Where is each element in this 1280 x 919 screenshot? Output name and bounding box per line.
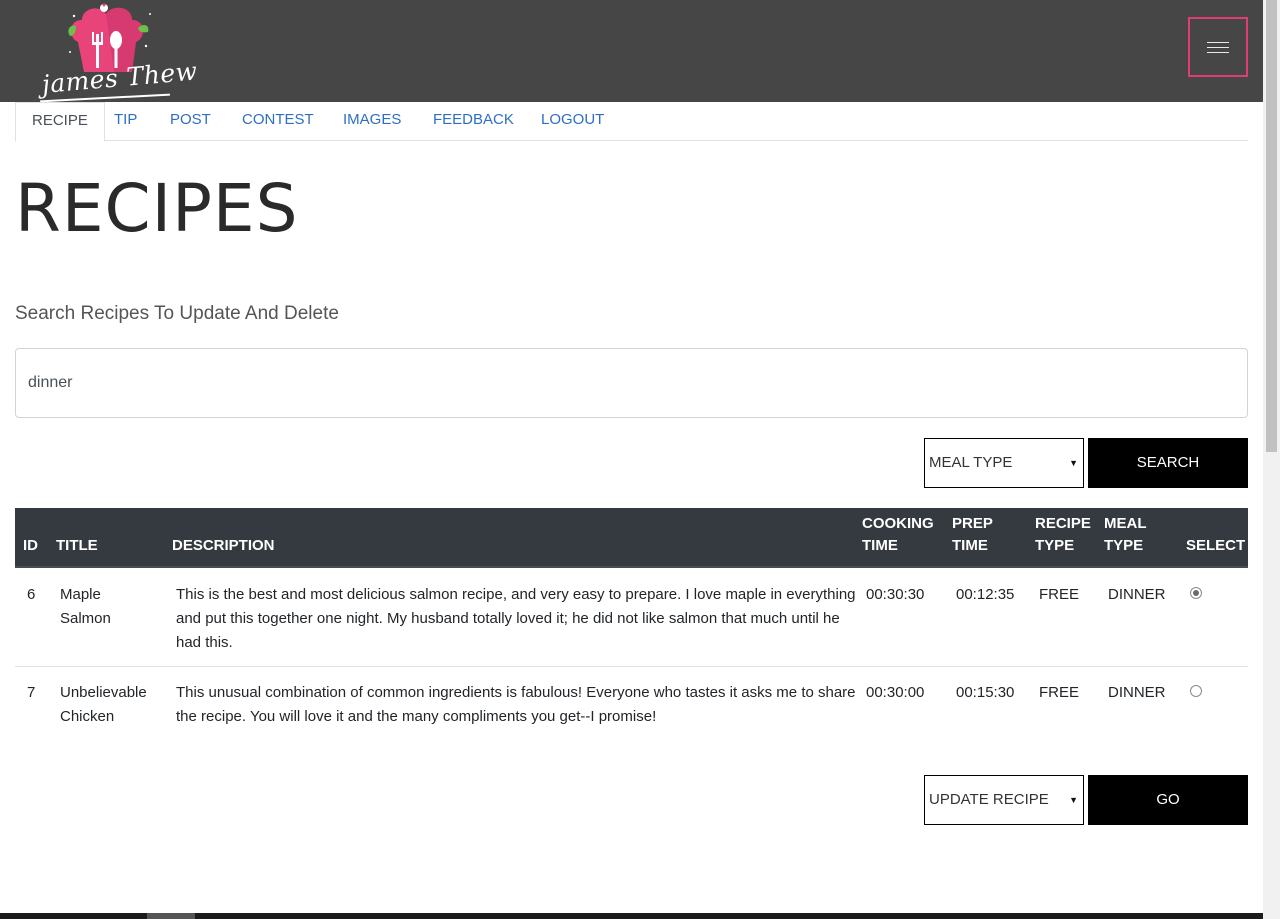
table-row[interactable]: 6 Maple Salmon This is the best and most… <box>15 569 1248 667</box>
col-header-meal-line1: MEAL <box>1104 515 1147 532</box>
cell-cooking-time: 00:30:30 <box>866 586 925 603</box>
cell-title-line2: Chicken <box>60 708 115 725</box>
brand-name: james Thew <box>40 56 199 99</box>
search-button[interactable]: SEARCH <box>1088 438 1248 488</box>
search-input[interactable] <box>15 348 1248 418</box>
bottom-strip <box>0 913 1263 919</box>
col-header-cooking-line1: COOKING <box>862 515 934 532</box>
cell-id: 6 <box>27 586 36 603</box>
cell-recipe-type: FREE <box>1039 586 1080 603</box>
cell-id: 7 <box>27 684 36 701</box>
cell-recipe-type: FREE <box>1039 684 1080 701</box>
menu-toggle-button[interactable] <box>1188 17 1248 77</box>
cell-title-line2: Salmon <box>60 610 111 627</box>
col-header-meal-type: MEAL TYPE <box>1104 513 1147 557</box>
cell-title: Maple Salmon <box>60 583 170 631</box>
col-header-id: ID <box>23 537 38 554</box>
col-header-prep-time: PREP TIME <box>952 513 993 557</box>
col-header-cooking-line2: TIME <box>862 537 898 554</box>
brand-logo[interactable]: james Thew <box>38 0 199 103</box>
col-header-recipe-line1: RECIPE <box>1035 515 1091 532</box>
hamburger-icon <box>1207 41 1229 43</box>
page-subtitle: Search Recipes To Update And Delete <box>15 303 339 324</box>
hamburger-icon-bar <box>1207 51 1229 53</box>
cell-description: This unusual combination of common ingre… <box>176 684 856 725</box>
cell-cooking-time: 00:30:00 <box>866 684 925 701</box>
cell-title-line1: Maple <box>60 586 101 603</box>
cell-meal-type: DINNER <box>1108 684 1166 701</box>
action-selected-value: UPDATE RECIPE <box>929 791 1049 808</box>
cell-title-line1: Unbelievable <box>60 684 147 701</box>
top-header: james Thew <box>0 0 1263 103</box>
tab-logout[interactable]: LOGOUT <box>525 102 620 141</box>
meal-type-select[interactable]: MEAL TYPE ▼ <box>924 438 1084 488</box>
tab-images[interactable]: IMAGES <box>327 102 417 141</box>
go-button[interactable]: GO <box>1088 775 1248 825</box>
col-header-prep-line1: PREP <box>952 515 993 532</box>
tab-contest[interactable]: CONTEST <box>226 102 330 141</box>
page-title: RECIPES <box>15 170 299 247</box>
col-header-prep-line2: TIME <box>952 537 988 554</box>
bottom-strip-segment <box>147 913 195 919</box>
select-radio[interactable] <box>1190 587 1202 599</box>
cell-prep-time: 00:15:30 <box>956 684 1015 701</box>
col-header-recipe-line2: TYPE <box>1035 537 1075 554</box>
nav-tabs: RECIPE TIP POST CONTEST IMAGES FEEDBACK … <box>15 102 1248 142</box>
tab-post[interactable]: POST <box>154 102 227 141</box>
col-header-title: TITLE <box>56 537 98 554</box>
cell-meal-type: DINNER <box>1108 586 1166 603</box>
meal-type-selected-value: MEAL TYPE <box>929 454 1013 471</box>
recipes-table-header: ID TITLE DESCRIPTION COOKING TIME PREP T… <box>15 508 1248 568</box>
cell-title: Unbelievable Chicken <box>60 681 170 729</box>
scrollbar-thumb[interactable] <box>1266 0 1277 452</box>
tab-recipe[interactable]: RECIPE <box>15 102 105 142</box>
col-header-description: DESCRIPTION <box>172 537 275 554</box>
col-header-meal-line2: TYPE <box>1104 537 1144 554</box>
dropdown-caret-icon: ▼ <box>1069 795 1078 805</box>
col-header-cooking-time: COOKING TIME <box>862 513 934 557</box>
hamburger-icon-bar <box>1207 46 1229 48</box>
col-header-recipe-type: RECIPE TYPE <box>1035 513 1091 557</box>
vertical-scrollbar[interactable] <box>1263 0 1280 919</box>
col-header-select: SELECT <box>1186 537 1246 554</box>
cell-prep-time: 00:12:35 <box>956 586 1015 603</box>
table-row[interactable]: 7 Unbelievable Chicken This unusual comb… <box>15 666 1248 740</box>
action-select[interactable]: UPDATE RECIPE ▼ <box>924 775 1084 825</box>
tab-tip[interactable]: TIP <box>98 102 153 141</box>
tab-feedback[interactable]: FEEDBACK <box>417 102 530 141</box>
dropdown-caret-icon: ▼ <box>1069 458 1078 468</box>
cell-description: This is the best and most delicious salm… <box>176 586 856 651</box>
select-radio[interactable] <box>1190 685 1202 697</box>
